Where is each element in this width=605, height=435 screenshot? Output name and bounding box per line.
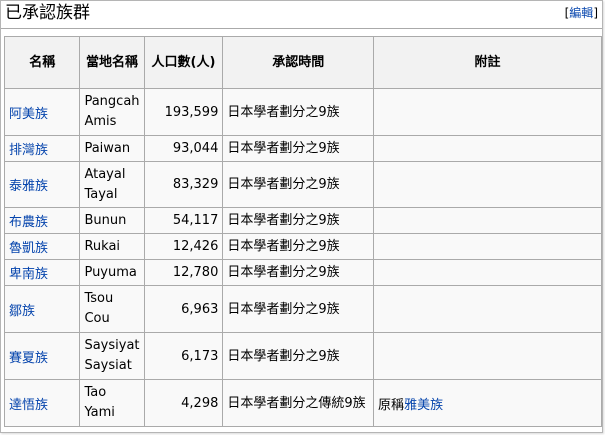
section-title: 已承認族群 — [5, 3, 90, 23]
table-row: 賽夏族 Saysiyat Saysiat 6,173 日本學者劃分之9族 — [3, 332, 602, 380]
cell-name: 達悟族 — [3, 379, 81, 427]
cell-local-name: Bunun — [79, 207, 145, 234]
cell-recognition-time: 日本學者劃分之9族 — [222, 207, 375, 234]
header-name[interactable]: 名稱 — [3, 36, 81, 89]
cell-population: 6,963 — [143, 285, 224, 333]
cell-local-name: Pangcah Amis — [79, 88, 145, 136]
tribe-link[interactable]: 排灣族 — [9, 143, 48, 158]
cell-recognition-time: 日本學者劃分之傳統9族 — [222, 379, 375, 427]
local-name-line: Amis — [84, 114, 117, 129]
local-name-line: Saysiyat — [84, 338, 140, 353]
tribe-link[interactable]: 魯凱族 — [9, 241, 48, 256]
tribe-link[interactable]: 達悟族 — [9, 398, 48, 413]
table-row: 卑南族 Puyuma 12,780 日本學者劃分之9族 — [3, 259, 602, 286]
local-name-line: Paiwan — [84, 140, 131, 156]
edit-link[interactable]: 編輯 — [569, 6, 593, 20]
header-local-name[interactable]: 當地名稱 — [79, 36, 145, 89]
local-name-line: Tsou — [84, 291, 114, 306]
cell-notes — [373, 332, 602, 380]
cell-name: 鄒族 — [3, 285, 81, 333]
cell-recognition-time: 日本學者劃分之9族 — [222, 285, 375, 333]
edit-bracket-close: ] — [593, 6, 598, 20]
cell-population: 54,117 — [143, 207, 224, 234]
cell-recognition-time: 日本學者劃分之9族 — [222, 259, 375, 286]
local-name-line: Puyuma — [84, 264, 137, 280]
cell-recognition-time: 日本學者劃分之9族 — [222, 332, 375, 380]
cell-local-name: Tao Yami — [79, 379, 145, 427]
cell-name: 泰雅族 — [3, 161, 81, 208]
local-name-line: Cou — [84, 311, 110, 326]
tribe-link[interactable]: 阿美族 — [9, 107, 48, 122]
table-row: 鄒族 Tsou Cou 6,963 日本學者劃分之9族 — [3, 285, 602, 333]
note-text: 原稱 — [378, 397, 405, 413]
local-name-line: Atayal — [84, 166, 126, 182]
cell-population: 93,044 — [143, 135, 224, 162]
table-header-row: 名稱 當地名稱 人口數(人) 承認時間 附註 — [3, 36, 602, 89]
cell-name: 魯凱族 — [3, 233, 81, 260]
local-name-line: Bunun — [84, 212, 127, 228]
cell-population: 193,599 — [143, 88, 224, 136]
cell-population: 6,173 — [143, 332, 224, 380]
tribe-link[interactable]: 泰雅族 — [9, 179, 48, 194]
local-name-line: Saysiat — [84, 358, 132, 373]
tribe-link[interactable]: 布農族 — [9, 215, 48, 230]
local-name-line: Pangcah — [84, 94, 140, 109]
cell-name: 布農族 — [3, 207, 81, 234]
section-heading: 已承認族群 [編輯] — [1, 1, 602, 29]
cell-recognition-time: 日本學者劃分之9族 — [222, 88, 375, 136]
tribe-link[interactable]: 卑南族 — [9, 267, 48, 282]
table-row: 布農族 Bunun 54,117 日本學者劃分之9族 — [3, 207, 602, 234]
cell-local-name: Rukai — [79, 233, 145, 260]
cell-recognition-time: 日本學者劃分之9族 — [222, 161, 375, 208]
cell-name: 排灣族 — [3, 135, 81, 162]
cell-local-name: Saysiyat Saysiat — [79, 332, 145, 380]
cell-recognition-time: 日本學者劃分之9族 — [222, 233, 375, 260]
cell-population: 12,426 — [143, 233, 224, 260]
cell-notes: 原稱雅美族 — [373, 379, 602, 427]
cell-population: 83,329 — [143, 161, 224, 208]
cell-population: 12,780 — [143, 259, 224, 286]
local-name-line: Tayal — [84, 186, 118, 202]
table-row: 排灣族 Paiwan 93,044 日本學者劃分之9族 — [3, 135, 602, 162]
cell-notes — [373, 135, 602, 162]
table-row: 阿美族 Pangcah Amis 193,599 日本學者劃分之9族 — [3, 88, 602, 136]
cell-local-name: Tsou Cou — [79, 285, 145, 333]
cell-population: 4,298 — [143, 379, 224, 427]
cell-local-name: Puyuma — [79, 259, 145, 286]
tribe-link[interactable]: 鄒族 — [9, 304, 35, 319]
table-body: 阿美族 Pangcah Amis 193,599 日本學者劃分之9族 排灣族 Paiwan 9… — [3, 88, 602, 427]
cell-notes — [373, 285, 602, 333]
cell-notes — [373, 88, 602, 136]
note-link[interactable]: 雅美族 — [404, 398, 443, 413]
cell-notes — [373, 259, 602, 286]
table-row: 泰雅族 Atayal Tayal 83,329 日本學者劃分之9族 — [3, 161, 602, 208]
local-name-line: Tao — [84, 385, 107, 400]
cell-recognition-time: 日本學者劃分之9族 — [222, 135, 375, 162]
table-row: 達悟族 Tao Yami 4,298 日本學者劃分之傳統9族 原稱雅美族 — [3, 379, 602, 427]
header-population[interactable]: 人口數(人) — [143, 36, 224, 89]
local-name-line: Rukai — [84, 238, 121, 254]
cell-name: 賽夏族 — [3, 332, 81, 380]
header-notes[interactable]: 附註 — [373, 36, 602, 89]
screenshot-frame: 已承認族群 [編輯] 名稱 當地名稱 人口數(人) 承認時間 附註 阿美族 Pan… — [0, 0, 603, 433]
cell-name: 卑南族 — [3, 259, 81, 286]
cell-name: 阿美族 — [3, 88, 81, 136]
cell-notes — [373, 233, 602, 260]
cell-notes — [373, 161, 602, 208]
ethnic-groups-table: 名稱 當地名稱 人口數(人) 承認時間 附註 阿美族 Pangcah Amis 193… — [3, 36, 602, 427]
tribe-link[interactable]: 賽夏族 — [9, 351, 48, 366]
cell-local-name: Atayal Tayal — [79, 161, 145, 208]
header-recognition-time[interactable]: 承認時間 — [222, 36, 375, 89]
local-name-line: Yami — [84, 405, 115, 420]
cell-local-name: Paiwan — [79, 135, 145, 162]
edit-section: [編輯] — [565, 6, 598, 20]
table-row: 魯凱族 Rukai 12,426 日本學者劃分之9族 — [3, 233, 602, 260]
cell-notes — [373, 207, 602, 234]
